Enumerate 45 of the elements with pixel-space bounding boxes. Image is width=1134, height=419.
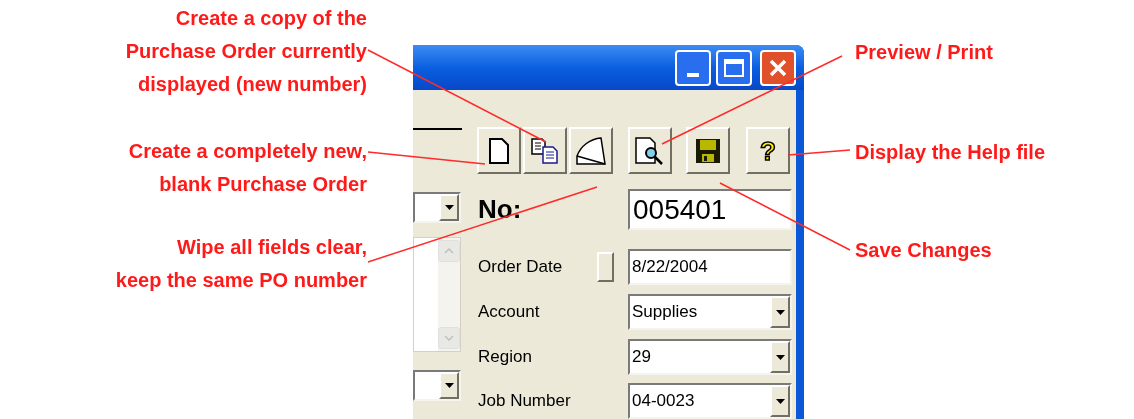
dropdown-button[interactable] <box>770 385 790 417</box>
wipe-button[interactable] <box>569 127 613 174</box>
minimize-icon <box>687 72 699 77</box>
preview-button[interactable] <box>628 127 672 174</box>
callout-text: Create a copy of the Purchase Order currently displayed (new number) <box>125 6 367 97</box>
copy-button[interactable] <box>523 127 567 174</box>
field-label: Order Date <box>478 256 563 279</box>
combo-box[interactable]: 29 <box>628 339 792 375</box>
callout-text: Save Changes <box>855 238 993 263</box>
callout-text: Display the Help file <box>855 140 1047 165</box>
caret-icon <box>444 205 454 210</box>
dropdown-button[interactable] <box>770 341 790 373</box>
combo-box[interactable] <box>413 370 461 401</box>
date-field[interactable]: 8/22/2004 <box>628 249 792 285</box>
date-picker-button[interactable] <box>597 252 614 282</box>
combo-box[interactable]: Supplies <box>628 294 792 330</box>
close-icon <box>769 58 787 77</box>
save-button[interactable] <box>686 127 730 174</box>
blank-page-icon <box>489 137 509 164</box>
field-label: Job Number <box>478 390 571 413</box>
dropdown-button[interactable] <box>770 296 790 328</box>
combo-box[interactable]: 04-0023 <box>628 383 792 419</box>
caret-icon <box>775 354 785 360</box>
number-field[interactable]: 005401 <box>628 189 792 230</box>
caret-icon <box>775 398 785 404</box>
callout-text: Preview / Print <box>855 40 994 65</box>
combo-box[interactable] <box>413 192 461 223</box>
minimize-button[interactable] <box>675 49 711 86</box>
callout-text: Create a completely new, blank Purchase Order <box>128 139 367 197</box>
magnifier-page-icon <box>635 136 665 165</box>
maximize-button[interactable] <box>716 49 752 86</box>
close-button[interactable] <box>760 49 796 86</box>
new-button[interactable] <box>477 127 521 174</box>
leader-line <box>787 149 851 156</box>
callout-text: Wipe all fields clear, keep the same PO number <box>115 235 367 293</box>
question-mark-icon: ? <box>760 137 776 164</box>
field-label: Account <box>478 301 540 324</box>
maximize-icon <box>724 58 744 77</box>
caret-icon <box>775 309 785 315</box>
caret-icon <box>444 383 454 388</box>
field-label: Region <box>478 346 532 369</box>
number-label: No: <box>478 193 523 226</box>
dropdown-button[interactable] <box>439 194 459 221</box>
copy-icon <box>531 137 559 164</box>
dropdown-button[interactable] <box>439 372 459 399</box>
